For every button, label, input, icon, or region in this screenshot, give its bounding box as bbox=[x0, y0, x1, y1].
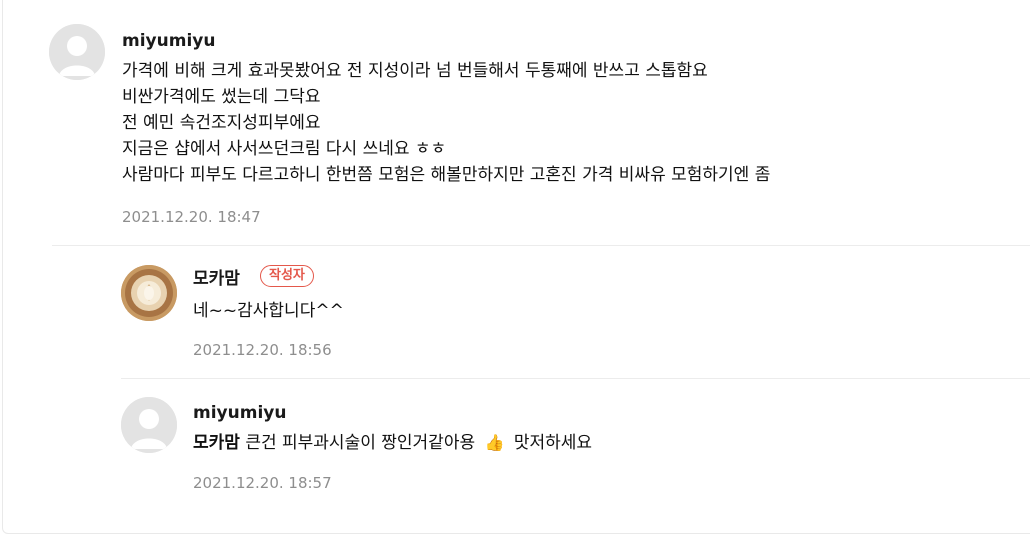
reply-divider bbox=[121, 378, 1030, 379]
reply-nickname[interactable]: 모카맘 bbox=[193, 269, 240, 289]
reply-date: 2021.12.20. 18:56 bbox=[193, 341, 332, 359]
latte-photo-icon bbox=[121, 265, 177, 321]
default-profile-icon bbox=[121, 397, 177, 453]
thumbs-up-icon: 👍 bbox=[484, 433, 505, 452]
mention-tag[interactable]: 모카맘 bbox=[193, 433, 240, 453]
author-avatar[interactable] bbox=[121, 265, 177, 321]
comment-line: 가격에 비해 크게 효과못봤어요 전 지성이라 넘 번들해서 두통째에 반쓰고 … bbox=[122, 61, 708, 81]
avatar[interactable] bbox=[121, 397, 177, 453]
reply-text: 모카맘 큰건 피부과시술이 짱인거같아용 👍 맛저하세요 bbox=[193, 430, 592, 456]
reply-text: 네~~감사합니다^^ bbox=[193, 301, 344, 321]
comment-date: 2021.12.20. 18:47 bbox=[122, 208, 261, 226]
reply-nickname[interactable]: miyumiyu bbox=[193, 403, 286, 423]
comment-line: 지금은 샵에서 사서쓰던크림 다시 쓰네요 ㅎㅎ bbox=[122, 139, 447, 159]
comment-divider bbox=[52, 245, 1030, 246]
reply-date: 2021.12.20. 18:57 bbox=[193, 474, 332, 492]
avatar[interactable] bbox=[49, 24, 105, 80]
reply-text-before: 큰건 피부과시술이 짱인거같아용 bbox=[245, 433, 476, 453]
comment-line: 전 예민 속건조지성피부에요 bbox=[122, 113, 321, 133]
author-badge: 작성자 bbox=[260, 265, 314, 287]
comment-line: 사람마다 피부도 다르고하니 한번쯤 모험은 해볼만하지만 고혼진 가격 비싸유… bbox=[122, 165, 771, 185]
default-profile-icon bbox=[49, 24, 105, 80]
comment-line: 비싼가격에도 썼는데 그닥요 bbox=[122, 87, 321, 107]
reply-text-after: 맛저하세요 bbox=[513, 433, 593, 453]
comment-nickname[interactable]: miyumiyu bbox=[122, 31, 215, 51]
comment-text: 가격에 비해 크게 효과못봤어요 전 지성이라 넘 번들해서 두통째에 반쓰고 … bbox=[122, 58, 770, 188]
